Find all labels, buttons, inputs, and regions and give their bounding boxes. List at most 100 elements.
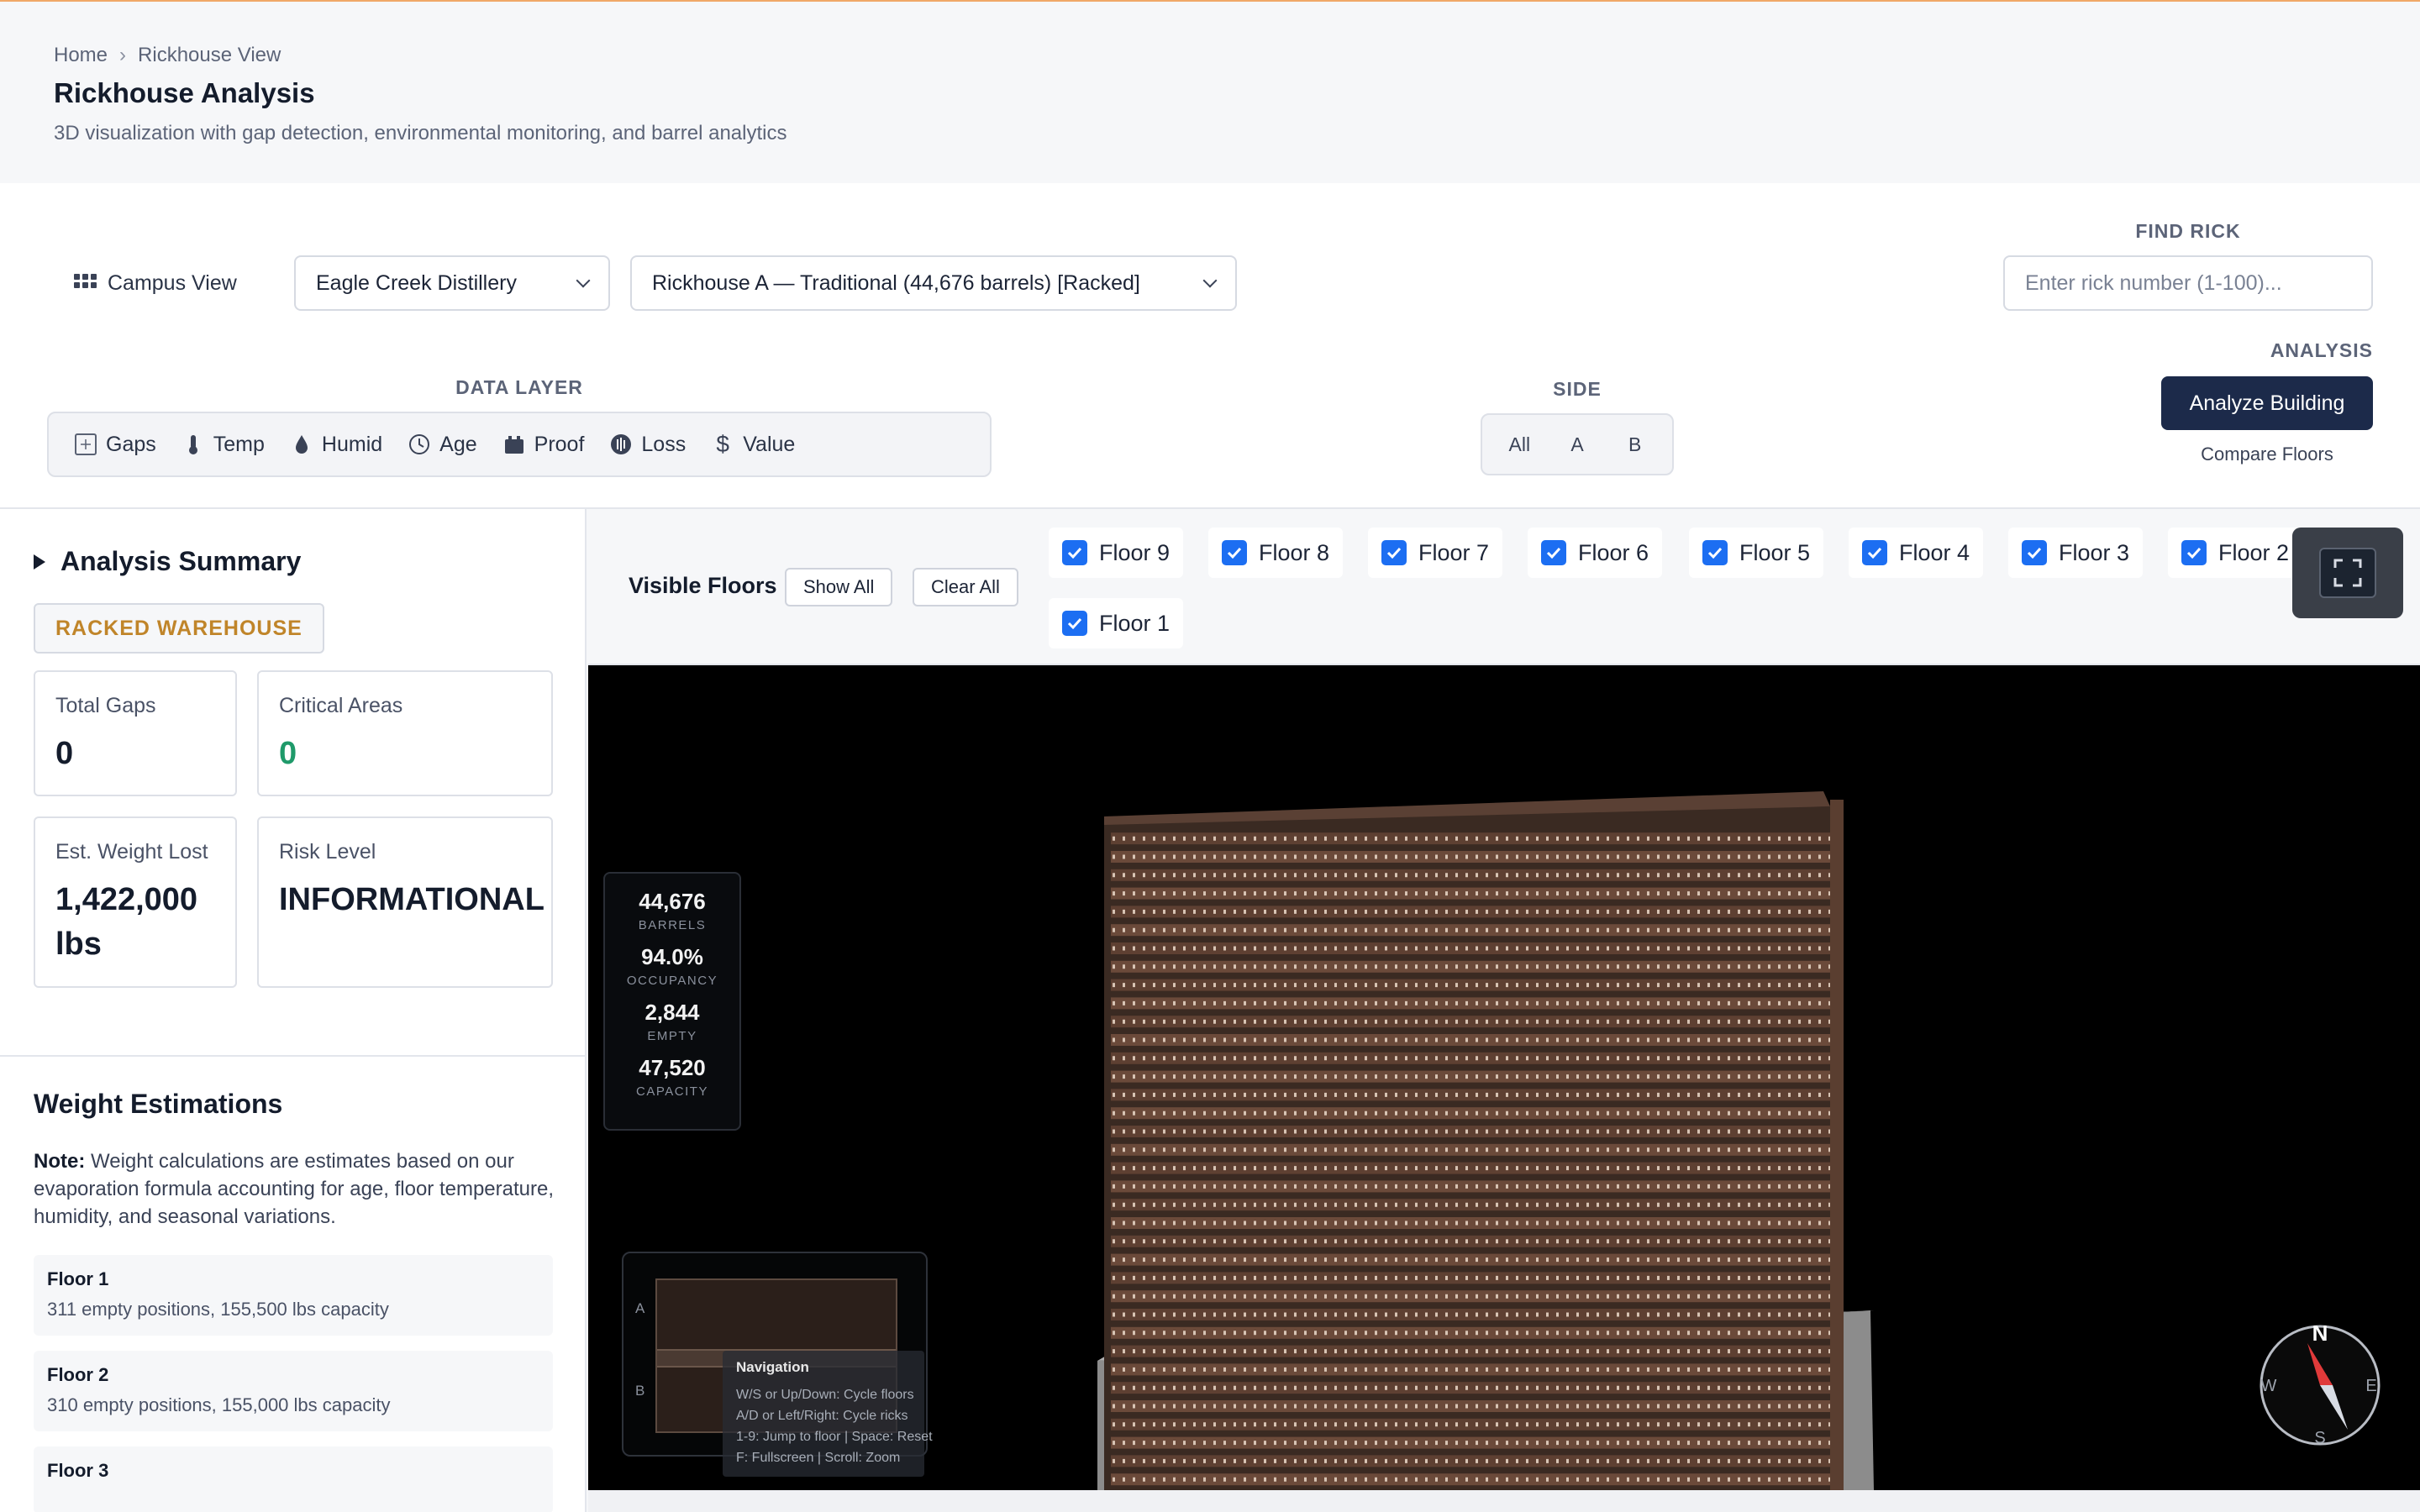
- breadcrumb-home[interactable]: Home: [54, 44, 108, 67]
- total-gaps-label: Total Gaps: [55, 694, 156, 717]
- compare-floors-link[interactable]: Compare Floors: [2161, 444, 2373, 465]
- barrel-rack-row: [1111, 1052, 1833, 1064]
- clear-all-button[interactable]: Clear All: [913, 568, 1018, 606]
- floor-checkbox-6[interactable]: Floor 6: [1528, 528, 1663, 578]
- layer-humid-label: Humid: [321, 432, 383, 456]
- campus-view-label: Campus View: [108, 270, 237, 295]
- barrel-rack-row: [1111, 1180, 1833, 1193]
- analysis-summary-title: Analysis Summary: [60, 546, 302, 576]
- floor-checkbox-2[interactable]: Floor 2: [2168, 528, 2303, 578]
- gaps-icon: [74, 433, 97, 456]
- weight-lost-card: Est. Weight Lost 1,422,000 lbs: [34, 816, 237, 988]
- barrel-rack-row: [1111, 906, 1833, 918]
- critical-areas-card: Critical Areas 0: [257, 670, 553, 796]
- minimap-side-a-label: A: [635, 1300, 645, 1316]
- analyze-building-button[interactable]: Analyze Building: [2161, 376, 2373, 430]
- barrel-rack-row: [1111, 832, 1833, 845]
- droplet-icon: [290, 433, 313, 456]
- rickhouse-3d-viewport[interactable]: 44,676 BARRELS 94.0% OCCUPANCY 2,844 EMP…: [588, 665, 2420, 1490]
- pie-chart-icon: [609, 433, 633, 456]
- compass-n-label: N: [2312, 1322, 2328, 1346]
- floor-checkbox-label: Floor 6: [1578, 539, 1649, 565]
- compass-e-label: E: [2365, 1377, 2376, 1395]
- floor-checkbox-label: Floor 7: [1418, 539, 1490, 565]
- analysis-summary-toggle[interactable]: Analysis Summary: [34, 546, 301, 577]
- checkbox-checked-icon: [1222, 540, 1247, 565]
- barrel-rack-row: [1111, 851, 1833, 863]
- layer-value-label: Value: [743, 432, 796, 456]
- section-divider: [0, 1055, 587, 1057]
- find-rick-input[interactable]: [2003, 255, 2373, 311]
- checkbox-checked-icon: [1381, 540, 1407, 565]
- layer-age-button[interactable]: Age: [402, 421, 497, 468]
- breadcrumb: Home › Rickhouse View: [54, 44, 281, 67]
- barrel-rack-row: [1111, 1272, 1833, 1284]
- compass-w-label: W: [2261, 1377, 2277, 1395]
- stat-empty: 2,844 EMPTY: [605, 1000, 739, 1043]
- compass[interactable]: N S E W: [2257, 1322, 2383, 1448]
- layer-proof-button[interactable]: Proof: [497, 421, 605, 468]
- layer-humid-button[interactable]: Humid: [285, 421, 402, 468]
- barrel-rack-row: [1111, 1089, 1833, 1101]
- side-b-button[interactable]: B: [1610, 433, 1660, 456]
- analysis-label: ANALYSIS: [2270, 339, 2373, 361]
- chevron-down-icon: [576, 273, 591, 288]
- stat-caption: OCCUPANCY: [626, 974, 718, 988]
- floor-checkbox-label: Floor 4: [1899, 539, 1970, 565]
- side-a-button[interactable]: A: [1552, 433, 1602, 456]
- weight-note: Note: Weight calculations are estimates …: [34, 1147, 563, 1231]
- side-all-button[interactable]: All: [1494, 433, 1544, 456]
- barrel-rack-row: [1111, 1400, 1833, 1412]
- thermometer-icon: [182, 433, 205, 456]
- weight-estimations-title: Weight Estimations: [34, 1089, 283, 1119]
- distillery-select[interactable]: Eagle Creek Distillery: [294, 255, 610, 311]
- barrel-rack-row: [1111, 924, 1833, 937]
- barrel-rack-row: [1111, 1363, 1833, 1376]
- barrel-rack-row: [1111, 1345, 1833, 1357]
- critical-areas-label: Critical Areas: [279, 694, 403, 717]
- fullscreen-button[interactable]: [2292, 528, 2403, 618]
- floor-checkbox-label: Floor 5: [1739, 539, 1811, 565]
- layer-gaps-button[interactable]: Gaps: [69, 421, 176, 468]
- stat-barrels: 44,676 BARRELS: [605, 889, 739, 932]
- floor-checkbox-7[interactable]: Floor 7: [1368, 528, 1503, 578]
- minimap-side-b-label: B: [635, 1383, 645, 1399]
- breadcrumb-separator: ›: [119, 44, 127, 66]
- navigation-help-title: Navigation: [736, 1359, 809, 1375]
- stat-value: 2,844: [644, 1000, 700, 1025]
- barrel-rack-row: [1111, 1418, 1833, 1431]
- checkbox-checked-icon: [1862, 540, 1887, 565]
- weight-lost-value: 1,422,000 lbs: [55, 882, 198, 963]
- barrel-rack-row: [1111, 1253, 1833, 1266]
- rickhouse-select[interactable]: Rickhouse A — Traditional (44,676 barrel…: [630, 255, 1237, 311]
- floor-checkbox-8[interactable]: Floor 8: [1208, 528, 1344, 578]
- layer-temp-button[interactable]: Temp: [176, 421, 285, 468]
- floor-checkbox-label: Floor 9: [1099, 539, 1171, 565]
- floor-checkbox-1[interactable]: Floor 1: [1049, 598, 1184, 648]
- floor-weight-item: Floor 3: [34, 1446, 553, 1512]
- barrel-rack-row: [1111, 887, 1833, 900]
- weight-note-text: Weight calculations are estimates based …: [34, 1150, 555, 1228]
- barrel-rack-row: [1111, 869, 1833, 881]
- layer-value-button[interactable]: $ Value: [706, 421, 815, 468]
- layer-age-label: Age: [439, 432, 477, 456]
- barrel-rack-row: [1111, 1455, 1833, 1467]
- side-label: SIDE: [1553, 378, 1602, 400]
- total-gaps-card: Total Gaps 0: [34, 670, 237, 796]
- grid-icon: [74, 274, 97, 292]
- barrel-rack-row: [1111, 1070, 1833, 1083]
- stat-capacity: 47,520 CAPACITY: [605, 1055, 739, 1099]
- layer-temp-label: Temp: [213, 432, 265, 456]
- floor-weight-name: Floor 1: [47, 1268, 109, 1289]
- breadcrumb-current: Rickhouse View: [138, 44, 281, 66]
- barrel-rack-row: [1111, 979, 1833, 991]
- navigation-help: Navigation W/S or Up/Down: Cycle floors …: [723, 1351, 933, 1477]
- floor-checkbox-5[interactable]: Floor 5: [1689, 528, 1824, 578]
- show-all-button[interactable]: Show All: [785, 568, 893, 606]
- caret-right-icon: [34, 554, 45, 570]
- floor-checkbox-9[interactable]: Floor 9: [1049, 528, 1184, 578]
- floor-checkbox-3[interactable]: Floor 3: [2008, 528, 2144, 578]
- campus-view-button[interactable]: Campus View: [74, 264, 237, 302]
- floor-checkbox-4[interactable]: Floor 4: [1849, 528, 1984, 578]
- layer-loss-button[interactable]: Loss: [604, 421, 706, 468]
